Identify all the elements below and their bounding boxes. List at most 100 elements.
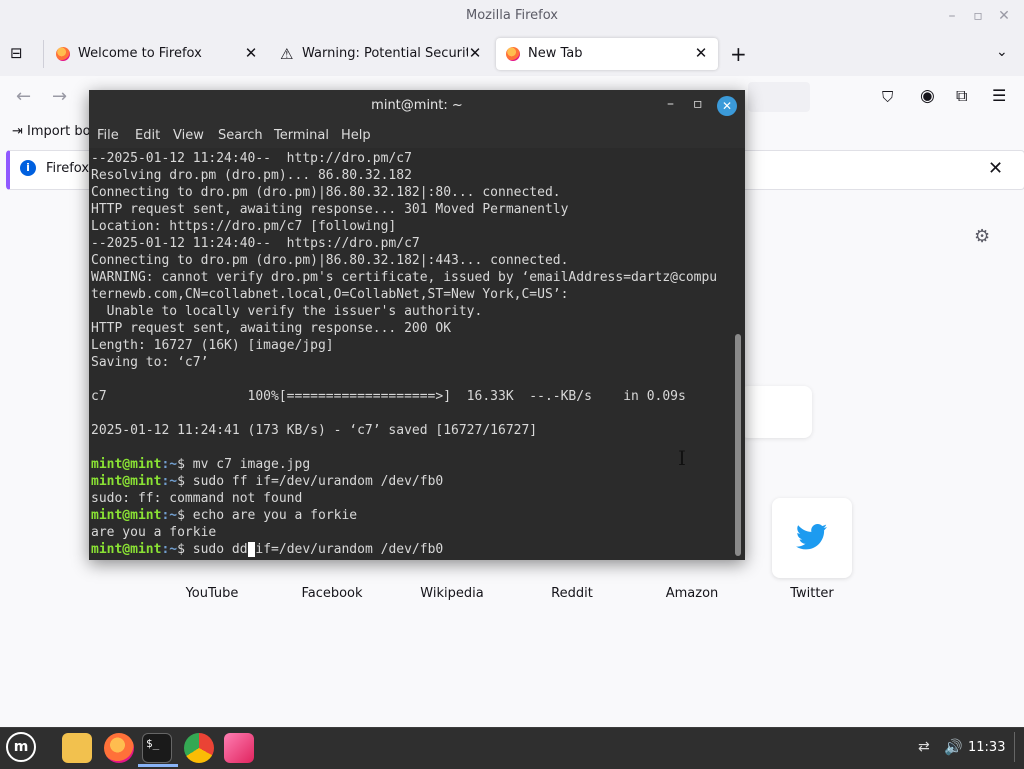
close-icon[interactable]: ✕ <box>717 96 737 116</box>
tab-label: New Tab <box>528 46 583 61</box>
import-label: Import bo <box>27 124 91 139</box>
close-icon[interactable]: ✕ <box>692 44 710 62</box>
prompt-user: mint@mint <box>91 457 162 472</box>
warning-icon: ⚠ <box>280 45 294 63</box>
tab-new-tab[interactable]: New Tab ✕ <box>496 38 718 70</box>
folder-icon[interactable] <box>62 733 92 763</box>
maximize-icon[interactable]: ▫ <box>968 6 988 26</box>
shortcut-label[interactable]: Reddit <box>512 586 632 601</box>
prompt-path: :~ <box>161 508 178 523</box>
shortcut-label[interactable]: Twitter <box>752 586 872 601</box>
tab-divider <box>43 40 44 68</box>
firefox-icon <box>56 47 70 61</box>
shortcut-label[interactable]: Amazon <box>632 586 752 601</box>
shortcut-label[interactable]: Wikipedia <box>392 586 512 601</box>
output-line: Location: https://dro.pm/c7 [following] <box>91 219 397 234</box>
shortcut-label[interactable]: Facebook <box>272 586 392 601</box>
output-line: Length: 16727 (16K) [image/jpg] <box>91 338 334 353</box>
output-line: HTTP request sent, awaiting response... … <box>91 202 569 217</box>
gear-icon[interactable]: ⚙ <box>974 226 990 247</box>
prompt-user: mint@mint <box>91 542 162 557</box>
terminal-title: mint@mint: ~ <box>371 98 463 113</box>
info-icon: i <box>20 160 36 176</box>
command-text: mv c7 image.jpg <box>192 457 311 472</box>
menu-file[interactable]: File <box>97 128 119 143</box>
output-line: 2025-01-12 11:24:41 (173 KB/s) - ‘c7’ sa… <box>91 423 538 438</box>
text-cursor-icon: I <box>678 446 686 470</box>
maximize-icon[interactable]: ▫ <box>693 96 703 112</box>
output-line: sudo: ff: command not found <box>91 491 303 506</box>
output-line: ternewb.com,CN=collabnet.local,O=CollabN… <box>91 287 569 302</box>
output-line: Connecting to dro.pm (dro.pm)|86.80.32.1… <box>91 185 561 200</box>
import-bookmarks-link[interactable]: ⇥ Import bo <box>12 124 91 139</box>
search-box[interactable] <box>740 386 812 438</box>
extensions-icon[interactable]: ⧉ <box>956 86 967 106</box>
menu-search[interactable]: Search <box>218 128 263 143</box>
prompt-path: :~ <box>161 474 178 489</box>
terminal-scrollbar[interactable] <box>735 334 741 556</box>
network-icon[interactable]: ⇄ <box>918 739 930 755</box>
chevron-down-icon[interactable]: ⌄ <box>996 44 1008 60</box>
back-arrow-icon[interactable]: ← <box>16 86 31 107</box>
minimize-icon[interactable]: – <box>667 96 674 112</box>
pocket-icon[interactable]: ⛉ <box>882 88 893 106</box>
notice-text: Firefox <box>46 161 90 176</box>
output-line: Saving to: ‘c7’ <box>91 355 209 370</box>
close-icon[interactable]: ✕ <box>994 6 1014 26</box>
command-input-after-cursor[interactable]: if=/dev/urandom /dev/fb0 <box>255 542 443 557</box>
terminal-output[interactable]: --2025-01-12 11:24:40-- http://dro.pm/c7… <box>91 150 731 558</box>
show-desktop[interactable] <box>1014 732 1015 762</box>
volume-icon[interactable]: 🔊 <box>944 738 963 756</box>
tab-warning[interactable]: ⚠ Warning: Potential Security ✕ <box>270 38 492 70</box>
firefox-icon <box>506 47 520 61</box>
output-line: WARNING: cannot verify dro.pm's certific… <box>91 270 718 285</box>
chrome-icon[interactable] <box>184 733 214 763</box>
tab-label: Warning: Potential Security <box>302 46 468 61</box>
close-icon[interactable]: ✕ <box>988 158 1003 179</box>
menu-edit[interactable]: Edit <box>135 128 160 143</box>
output-line: c7 100%[===================>] 16.33K --.… <box>91 389 686 404</box>
output-line: are you a forkie <box>91 525 217 540</box>
close-icon[interactable]: ✕ <box>466 44 484 62</box>
new-tab-plus-icon[interactable]: + <box>730 42 747 66</box>
twitter-icon <box>796 524 827 550</box>
minimize-icon[interactable]: – <box>942 6 962 26</box>
menu-help[interactable]: Help <box>341 128 371 143</box>
output-line: Unable to locally verify the issuer's au… <box>91 304 483 319</box>
command-text: sudo ff if=/dev/urandom /dev/fb0 <box>192 474 444 489</box>
prompt-user: mint@mint <box>91 474 162 489</box>
close-icon[interactable]: ✕ <box>242 44 260 62</box>
window-title: Mozilla Firefox <box>466 8 558 23</box>
shortcut-tile-twitter[interactable] <box>772 498 852 578</box>
import-icon: ⇥ <box>12 124 23 139</box>
command-input-before-cursor[interactable]: sudo dd <box>193 542 248 557</box>
mint-menu-icon[interactable]: m <box>6 732 36 762</box>
terminal-window[interactable]: mint@mint: ~ – ▫ ✕ File Edit View Search… <box>89 90 745 560</box>
output-line: --2025-01-12 11:24:40-- https://dro.pm/c… <box>91 236 420 251</box>
output-line: Connecting to dro.pm (dro.pm)|86.80.32.1… <box>91 253 569 268</box>
active-indicator <box>138 764 178 767</box>
menu-icon[interactable]: ☰ <box>992 86 1006 105</box>
menu-view[interactable]: View <box>173 128 204 143</box>
output-line: Resolving dro.pm (dro.pm)... 86.80.32.18… <box>91 168 412 183</box>
prompt-symbol: $ <box>177 457 193 472</box>
prompt-user: mint@mint <box>91 508 162 523</box>
terminal-icon[interactable]: $_ <box>142 733 172 763</box>
prompt-symbol: $ <box>177 474 193 489</box>
output-line: HTTP request sent, awaiting response... … <box>91 321 452 336</box>
account-icon[interactable]: ◉ <box>920 86 935 106</box>
forward-arrow-icon[interactable]: → <box>52 86 67 107</box>
menu-terminal[interactable]: Terminal <box>274 128 329 143</box>
prompt-path: :~ <box>161 542 178 557</box>
command-text: echo are you a forkie <box>192 508 358 523</box>
firefox-icon[interactable] <box>104 733 134 763</box>
clock[interactable]: 11:33 <box>968 740 1005 755</box>
tab-manager-icon[interactable]: ⊟ <box>10 44 30 64</box>
output-line: --2025-01-12 11:24:40-- http://dro.pm/c7 <box>91 151 412 166</box>
image-viewer-icon[interactable] <box>224 733 254 763</box>
url-bar[interactable] <box>748 82 810 112</box>
prompt-symbol: $ <box>177 542 193 557</box>
tab-welcome[interactable]: Welcome to Firefox ✕ <box>46 38 268 70</box>
prompt-path: :~ <box>161 457 178 472</box>
shortcut-label[interactable]: YouTube <box>152 586 272 601</box>
